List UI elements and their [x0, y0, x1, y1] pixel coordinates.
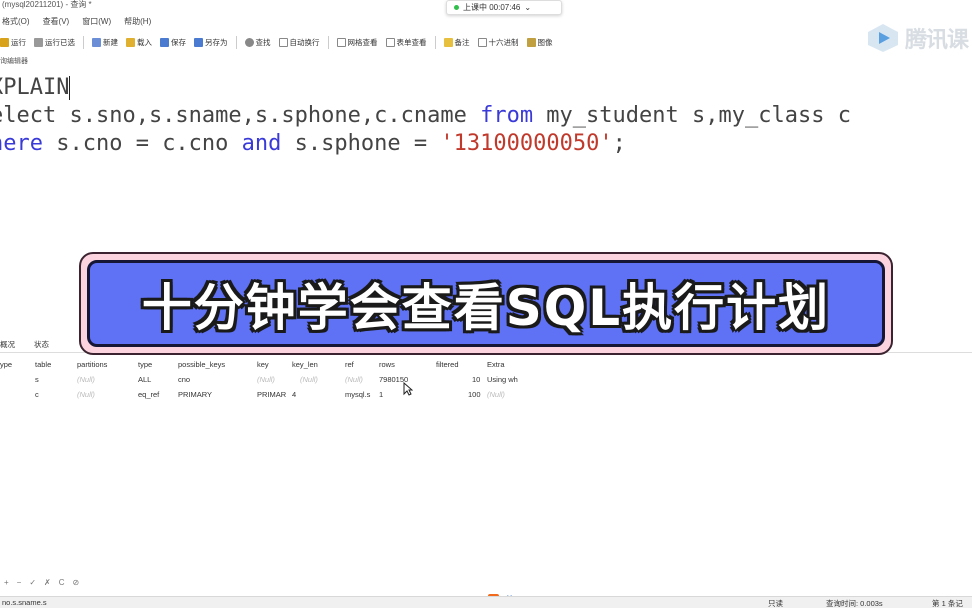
- table-cell[interactable]: (Null): [487, 390, 505, 399]
- table-cell[interactable]: 100: [468, 390, 481, 399]
- sql-line-3: here s.cno = c.cno and s.sphone = '13100…: [0, 131, 626, 156]
- title-banner: 十分钟学会查看SQL执行计划: [79, 252, 893, 355]
- save-as-icon: [194, 37, 203, 47]
- new-button[interactable]: 新建: [92, 37, 118, 48]
- save-icon: [160, 37, 169, 47]
- table-cell[interactable]: eq_ref: [138, 390, 159, 399]
- stop-icon[interactable]: ⊘: [73, 578, 80, 587]
- wrap-icon: [278, 37, 288, 47]
- col-header[interactable]: filtered: [436, 360, 459, 369]
- word-wrap-button[interactable]: 自动换行: [278, 37, 320, 48]
- col-header[interactable]: ref: [345, 360, 354, 369]
- banner-title: 十分钟学会查看SQL执行计划: [141, 278, 831, 337]
- class-timer[interactable]: 上课中 00:07:46 ⌄: [446, 0, 562, 15]
- table-cell[interactable]: 1: [379, 390, 383, 399]
- run-selected-button[interactable]: 运行已选: [34, 37, 75, 48]
- table-cell[interactable]: Using wh: [487, 375, 518, 384]
- play-logo-icon: [868, 24, 898, 52]
- menu-format[interactable]: 格式(O): [2, 16, 30, 28]
- hammer-icon: [0, 37, 9, 47]
- col-header[interactable]: rows: [379, 360, 395, 369]
- new-icon: [92, 37, 101, 47]
- image-icon: [526, 37, 536, 47]
- col-header[interactable]: key: [257, 360, 269, 369]
- save-button[interactable]: 保存: [160, 37, 186, 48]
- form-icon: [385, 37, 395, 47]
- table-cell[interactable]: (Null): [257, 375, 275, 384]
- search-icon: [244, 37, 254, 47]
- image-button[interactable]: 图像: [526, 37, 553, 48]
- query-editor-label: 询编辑器: [0, 58, 28, 65]
- table-cell[interactable]: 10: [472, 375, 480, 384]
- window-title: (mysql20211201) - 查询 *: [2, 0, 92, 9]
- format-icon: [34, 37, 43, 47]
- add-record-icon[interactable]: +: [4, 578, 9, 587]
- menu-view[interactable]: 查看(V): [43, 16, 70, 28]
- sql-line-1: XPLAIN: [0, 75, 71, 100]
- status-mode: 只读: [768, 599, 783, 608]
- table-cell[interactable]: s: [35, 375, 39, 384]
- toolbar-divider: [327, 35, 329, 49]
- toolbar-divider: [235, 35, 237, 49]
- apply-icon[interactable]: ✓: [29, 578, 36, 587]
- refresh-icon[interactable]: C: [59, 578, 65, 587]
- col-header[interactable]: Extra: [487, 360, 505, 369]
- col-header[interactable]: type: [138, 360, 152, 369]
- tencent-classroom-logo: 腾讯课: [866, 22, 972, 54]
- load-icon: [126, 37, 135, 47]
- menu-window[interactable]: 窗口(W): [82, 16, 111, 28]
- banner-panel: 十分钟学会查看SQL执行计划: [87, 260, 885, 347]
- col-header[interactable]: possible_keys: [178, 360, 225, 369]
- load-button[interactable]: 载入: [126, 37, 152, 48]
- toolbar: 运行 运行已选 新建 载入 保存 另存为 查找 自动换行 网格查看 表单查看 备…: [0, 33, 561, 51]
- save-as-button[interactable]: 另存为: [194, 37, 228, 48]
- table-cell[interactable]: (Null): [345, 375, 363, 384]
- status-record: 第 1 条记: [932, 599, 963, 608]
- text-caret: [69, 76, 71, 100]
- note-icon: [443, 37, 453, 47]
- logo-text: 腾讯课: [905, 28, 969, 53]
- tab-status[interactable]: 状态: [34, 339, 49, 350]
- table-cell[interactable]: (Null): [77, 390, 95, 399]
- find-button[interactable]: 查找: [244, 37, 271, 48]
- form-view-button[interactable]: 表单查看: [385, 37, 427, 48]
- col-header[interactable]: partitions: [77, 360, 107, 369]
- toolbar-divider: [83, 35, 84, 49]
- table-cell[interactable]: ALL: [138, 375, 151, 384]
- chevron-down-icon[interactable]: ⌄: [524, 0, 531, 15]
- hex-button[interactable]: 十六进制: [477, 37, 519, 48]
- menu-help[interactable]: 帮助(H): [124, 16, 151, 28]
- col-header[interactable]: key_len: [292, 360, 318, 369]
- table-cell[interactable]: 4: [292, 390, 296, 399]
- menu-bar: 格式(O) 查看(V) 窗口(W) 帮助(H): [0, 16, 151, 28]
- table-cell[interactable]: PRIMARY: [178, 390, 212, 399]
- grid-icon: [336, 37, 346, 47]
- sql-line-2: elect s.sno,s.sname,s.sphone,c.cname fro…: [0, 103, 851, 128]
- table-cell[interactable]: mysql.s: [345, 390, 370, 399]
- col-header[interactable]: table: [35, 360, 51, 369]
- table-cell[interactable]: cno: [178, 375, 190, 384]
- note-button[interactable]: 备注: [443, 37, 470, 48]
- hex-icon: [477, 37, 487, 47]
- discard-icon[interactable]: ✗: [44, 578, 51, 587]
- table-cell[interactable]: (Null): [77, 375, 95, 384]
- record-nav-bar: + − ✓ ✗ C ⊘: [0, 578, 79, 587]
- col-header[interactable]: ype: [0, 360, 12, 369]
- live-dot-icon: [454, 5, 459, 10]
- toolbar-divider: [434, 35, 436, 49]
- status-bar: no.s.sname.s 只读 查询时间: 0.003s 第 1 条记: [0, 596, 972, 608]
- run-button[interactable]: 运行: [0, 37, 26, 48]
- table-cell[interactable]: (Null): [300, 375, 318, 384]
- grid-view-button[interactable]: 网格查看: [336, 37, 378, 48]
- status-sql-preview: no.s.sname.s: [2, 598, 47, 607]
- table-cell[interactable]: PRIMAR: [257, 390, 286, 399]
- timer-label: 上课中 00:07:46: [463, 3, 521, 12]
- status-query-time: 查询时间: 0.003s: [826, 599, 883, 608]
- delete-record-icon[interactable]: −: [17, 578, 22, 587]
- table-cell[interactable]: c: [35, 390, 39, 399]
- tab-overview[interactable]: 概况: [0, 339, 15, 350]
- mouse-pointer-icon: [403, 382, 413, 396]
